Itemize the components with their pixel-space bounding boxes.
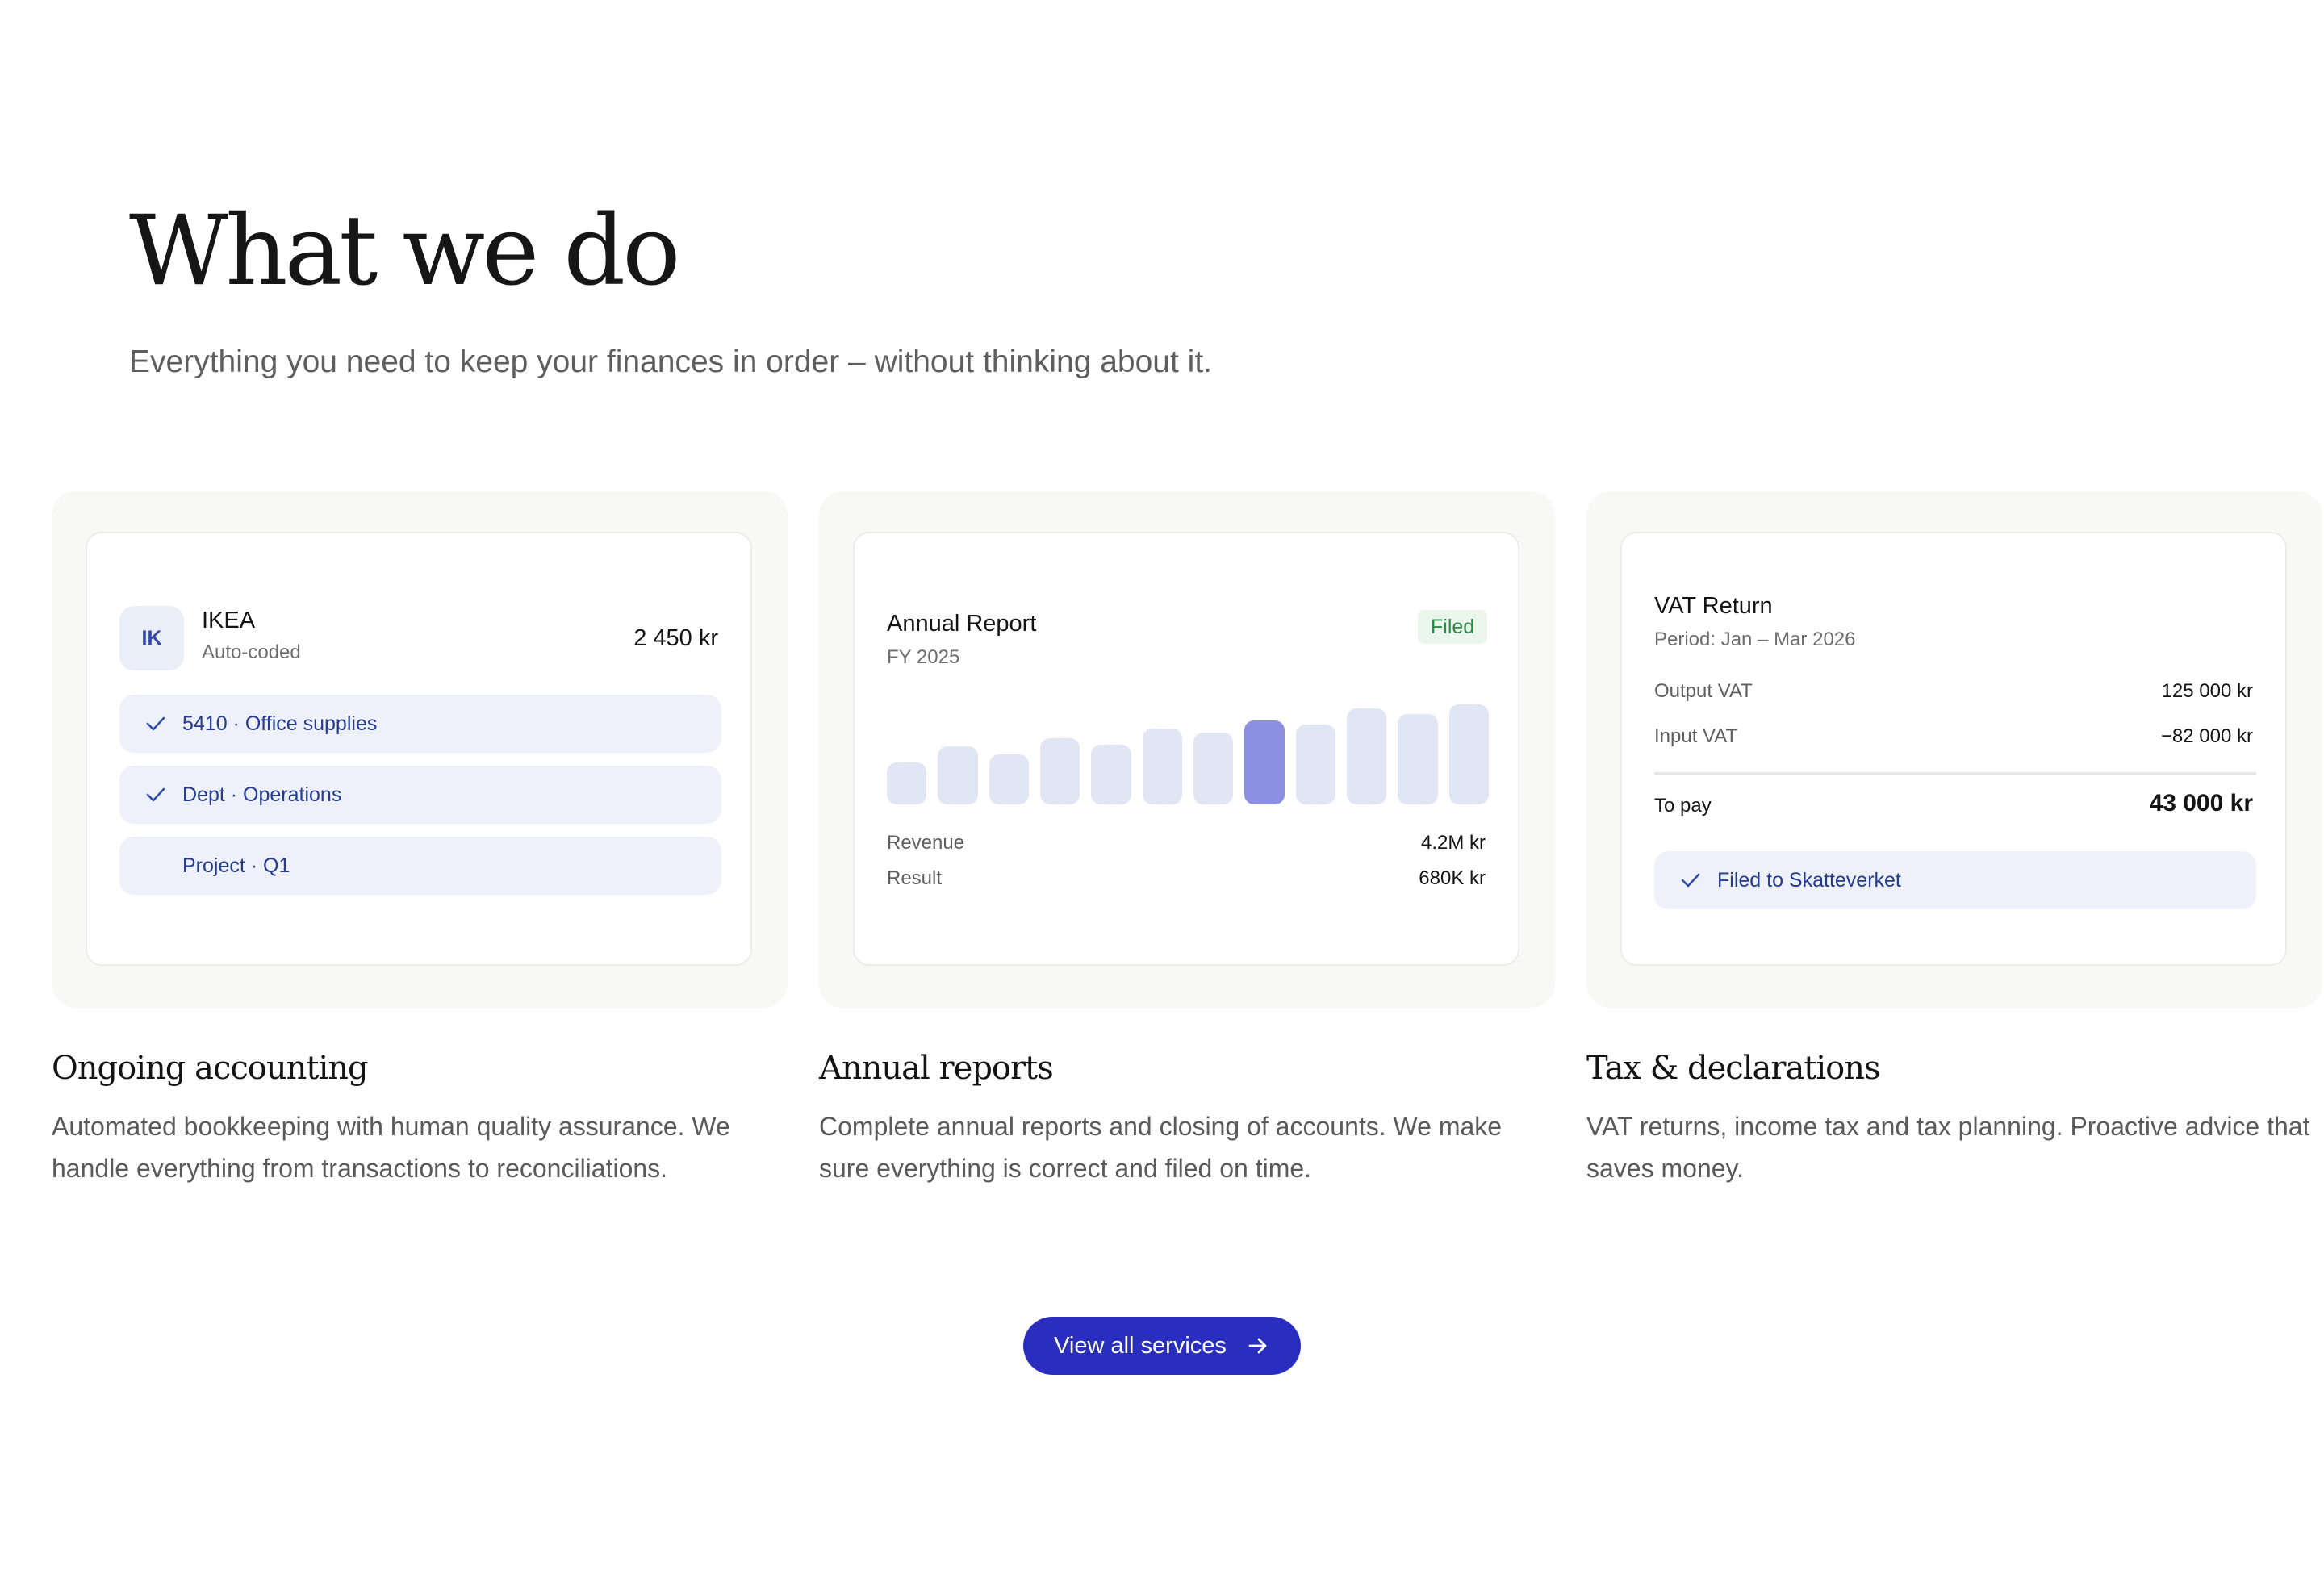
divider xyxy=(1654,772,2256,775)
service-card-tax[interactable]: VAT Return Period: Jan – Mar 2026 Output… xyxy=(1586,491,2322,1008)
report-fiscal-year: FY 2025 xyxy=(887,646,960,668)
service-title-annual-reports[interactable]: Annual reports xyxy=(819,1047,1054,1089)
input-vat-value: −82 000 kr xyxy=(2160,725,2253,747)
tag-project: Project · Q1 xyxy=(119,837,721,895)
revenue-value: 4.2M kr xyxy=(1420,832,1486,854)
page-title: What we do xyxy=(129,195,680,307)
service-desc-annual-reports: Complete annual reports and closing of a… xyxy=(819,1112,1503,1183)
tag-label: Project · Q1 xyxy=(182,854,290,877)
vat-title: VAT Return xyxy=(1654,593,1773,619)
revenue-label: Revenue xyxy=(887,832,965,854)
cta-label: View all services xyxy=(1054,1332,1227,1359)
chart-bar xyxy=(1040,738,1080,804)
arrow-right-icon xyxy=(1248,1338,1267,1354)
filed-badge: Filed xyxy=(1418,610,1488,644)
result-label: Result xyxy=(887,867,943,889)
output-vat-value: 125 000 kr xyxy=(2161,680,2253,702)
input-vat-label: Input VAT xyxy=(1654,725,1738,747)
to-pay-label: To pay xyxy=(1654,795,1712,817)
chart-bar xyxy=(1244,720,1285,804)
service-title-accounting[interactable]: Ongoing accounting xyxy=(52,1047,369,1089)
vendor-status: Auto-coded xyxy=(202,641,301,663)
vendor-name: IKEA xyxy=(202,608,256,633)
service-card-annual-reports[interactable]: Annual Report FY 2025 Filed Revenue 4.2M… xyxy=(819,491,1555,1008)
annual-report-preview: Annual Report FY 2025 Filed Revenue 4.2M… xyxy=(853,532,1519,966)
service-card-accounting[interactable]: IK IKEA Auto-coded 2 450 kr 5410 · Offic… xyxy=(52,491,788,1008)
transaction-amount: 2 450 kr xyxy=(633,625,718,651)
tag-department: Dept · Operations xyxy=(119,766,721,824)
chart-bar xyxy=(938,746,978,804)
chart-bar xyxy=(1142,728,1182,804)
chart-bar xyxy=(1193,732,1234,804)
chart-bar xyxy=(1347,708,1387,804)
tag-label: 5410 · Office supplies xyxy=(182,712,378,735)
chart-bar xyxy=(1398,714,1438,804)
service-desc-tax: VAT returns, income tax and tax planning… xyxy=(1586,1112,2310,1183)
service-desc-accounting: Automated bookkeeping with human quality… xyxy=(52,1112,730,1183)
chart-bar xyxy=(989,754,1029,804)
view-all-services-button[interactable]: View all services xyxy=(1023,1317,1301,1375)
vendor-avatar: IK xyxy=(119,606,184,670)
result-value: 680K kr xyxy=(1419,867,1486,889)
vat-period: Period: Jan – Mar 2026 xyxy=(1654,629,1856,650)
chart-bar xyxy=(887,762,927,804)
check-icon xyxy=(146,787,165,802)
filed-status-pill: Filed to Skatteverket xyxy=(1654,851,2256,909)
vat-return-preview: VAT Return Period: Jan – Mar 2026 Output… xyxy=(1620,532,2287,966)
to-pay-value: 43 000 kr xyxy=(2149,790,2253,817)
service-title-tax[interactable]: Tax & declarations xyxy=(1586,1047,1881,1089)
chart-bar xyxy=(1091,744,1131,804)
transaction-preview: IK IKEA Auto-coded 2 450 kr 5410 · Offic… xyxy=(86,532,752,966)
tag-account: 5410 · Office supplies xyxy=(119,695,721,753)
check-icon xyxy=(146,716,165,731)
output-vat-label: Output VAT xyxy=(1654,680,1753,702)
chart-bar xyxy=(1295,724,1335,804)
filed-status-label: Filed to Skatteverket xyxy=(1717,869,1901,892)
check-icon xyxy=(1681,873,1700,888)
chart-bar xyxy=(1448,704,1489,804)
tag-label: Dept · Operations xyxy=(182,783,342,806)
report-title: Annual Report xyxy=(887,611,1037,637)
page-subtitle: Everything you need to keep your finance… xyxy=(129,345,1212,379)
